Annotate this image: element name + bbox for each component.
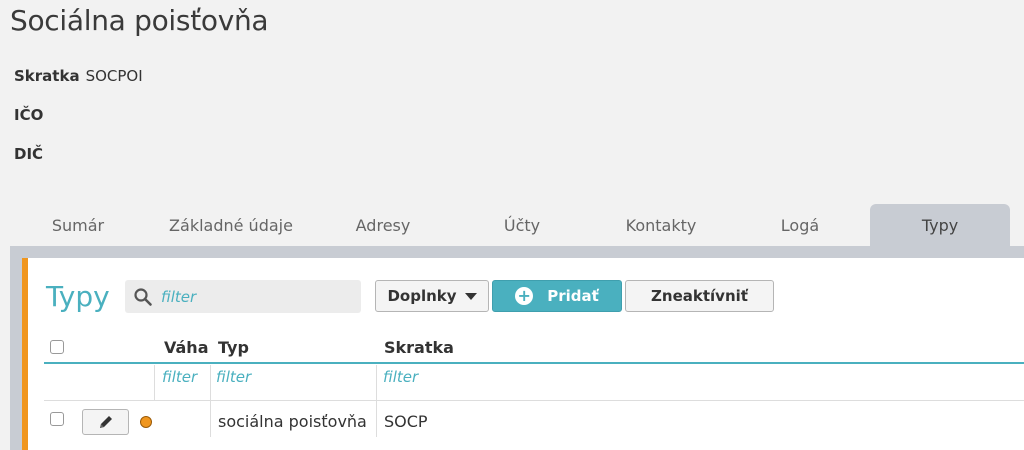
ico-field: IČO [14, 106, 43, 124]
skratka-label: Skratka [14, 67, 80, 85]
filter-typ[interactable]: filter [216, 368, 251, 386]
divider [210, 401, 211, 437]
pencil-icon [99, 416, 112, 428]
pridat-label: Pridať [547, 287, 599, 305]
ico-label: IČO [14, 106, 44, 124]
panel-title: Typy [46, 280, 110, 313]
dic-field: DIČ [14, 145, 43, 163]
tab-ucty[interactable]: Účty [464, 204, 580, 248]
tab-adresy[interactable]: Adresy [324, 204, 442, 248]
cell-skratka: SOCP [384, 412, 428, 431]
page-title: Sociálna poisťovňa [10, 4, 269, 37]
search-icon [134, 288, 152, 306]
skratka-field: Skratka SOCPOI [14, 67, 143, 85]
tab-kontakty[interactable]: Kontakty [602, 204, 720, 248]
cell-typ: sociálna poisťovňa [218, 412, 367, 431]
search-input[interactable] [159, 284, 359, 310]
tab-loga[interactable]: Logá [742, 204, 858, 248]
plus-circle-icon: + [515, 287, 534, 305]
column-header-typ[interactable]: Typ [218, 338, 249, 357]
divider [376, 365, 377, 400]
zneaktivnit-label: Zneaktívniť [651, 287, 748, 305]
filter-skratka[interactable]: filter [383, 368, 418, 386]
tab-sumar[interactable]: Sumár [20, 204, 136, 248]
doplnky-label: Doplnky [387, 287, 457, 305]
row-checkbox[interactable] [50, 412, 64, 426]
column-header-vaha[interactable]: Váha [164, 338, 209, 357]
tab-bar: Sumár Základné údaje Adresy Účty Kontakt… [10, 204, 1024, 248]
tab-zakladne-udaje[interactable]: Základné údaje [156, 204, 306, 248]
pridat-button[interactable]: + Pridať [492, 280, 622, 312]
filter-row-divider [44, 400, 1024, 401]
skratka-value: SOCPOI [85, 67, 143, 85]
status-dot [140, 416, 152, 428]
header-divider [44, 362, 1024, 364]
tab-typy[interactable]: Typy [870, 204, 1010, 248]
divider [154, 365, 155, 400]
typy-panel: Typy Doplnky + Pridať Zneaktívniť Váha T… [22, 258, 1024, 450]
caret-down-icon [464, 292, 477, 300]
doplnky-button[interactable]: Doplnky [375, 280, 489, 312]
column-header-skratka[interactable]: Skratka [384, 338, 454, 357]
dic-label: DIČ [14, 145, 44, 163]
search-box[interactable] [125, 280, 361, 313]
divider [210, 365, 211, 400]
zneaktivnit-button[interactable]: Zneaktívniť [625, 280, 774, 312]
select-all-checkbox[interactable] [50, 340, 64, 354]
filter-vaha[interactable]: filter [162, 368, 197, 386]
edit-button[interactable] [82, 409, 129, 435]
divider [376, 401, 377, 437]
